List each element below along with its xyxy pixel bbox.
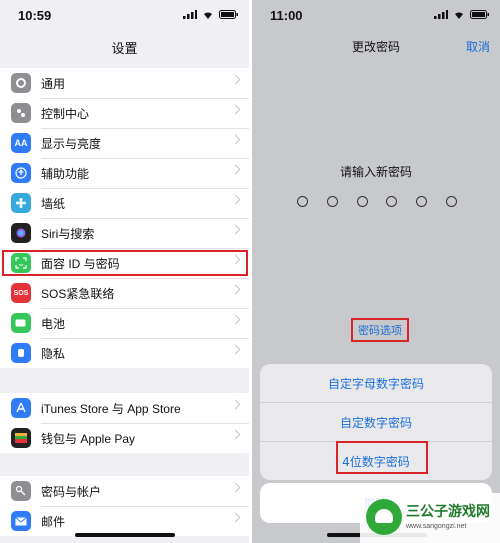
settings-panel: 10:59 设置 通用 控制中心 AA 显示与亮度 辅助功能 墙纸 Siri与搜索… <box>0 0 249 543</box>
status-icons <box>434 10 490 19</box>
home-indicator <box>75 533 175 537</box>
settings-item-general[interactable]: 通用 <box>0 68 249 98</box>
option-custom-numeric[interactable]: 自定数字密码 <box>260 402 492 441</box>
settings-item-sos[interactable]: SOS SOS紧急联络 <box>0 278 249 308</box>
status-time: 10:59 <box>18 8 52 23</box>
status-time: 11:00 <box>270 8 303 23</box>
signal-icon <box>434 10 448 19</box>
key-icon <box>11 481 31 501</box>
battery-icon <box>11 313 31 333</box>
passcode-dot <box>386 196 398 207</box>
watermark: 三公子游戏网 www.sangongzi.net <box>360 493 500 543</box>
battery-status-icon <box>470 10 489 19</box>
gear-icon <box>11 73 31 93</box>
settings-item-privacy[interactable]: 隐私 <box>0 338 249 368</box>
text-size-icon: AA <box>11 133 31 153</box>
settings-item-mail[interactable]: 邮件 <box>0 506 249 536</box>
highlight-face-id <box>2 250 248 276</box>
passcode-dot <box>326 196 338 207</box>
page-title: 设置 <box>111 42 138 57</box>
settings-item-display[interactable]: AA 显示与亮度 <box>0 128 249 158</box>
app-store-icon <box>11 398 31 418</box>
settings-item-siri[interactable]: Siri与搜索 <box>0 218 249 248</box>
status-bar: 10:59 <box>0 0 249 30</box>
option-custom-alphanumeric[interactable]: 自定字母数字密码 <box>260 364 492 402</box>
android-logo-icon <box>366 499 402 535</box>
settings-item-passwords[interactable]: 密码与帐户 <box>0 476 249 506</box>
settings-item-control-center[interactable]: 控制中心 <box>0 98 249 128</box>
change-passcode-panel: 11:00 更改密码 取消 请输入新密码 密码选项 自定字母数字密码 自定数字密… <box>252 0 500 543</box>
passcode-dot <box>297 196 308 207</box>
accessibility-icon <box>11 163 31 183</box>
settings-item-accessibility[interactable]: 辅助功能 <box>0 158 249 188</box>
settings-item-wallpaper[interactable]: 墙纸 <box>0 188 249 218</box>
settings-item-app-store[interactable]: iTunes Store 与 App Store <box>0 393 249 423</box>
passcode-dots <box>297 196 457 207</box>
nav-bar: 设置 <box>0 30 249 68</box>
wifi-icon <box>204 12 212 19</box>
battery-status-icon <box>219 10 238 19</box>
wifi-icon <box>455 12 463 19</box>
siri-icon <box>11 223 31 243</box>
hand-icon <box>11 343 31 363</box>
watermark-url: www.sangongzi.net <box>406 523 467 530</box>
sos-icon: SOS <box>11 283 31 303</box>
passcode-dot <box>416 196 428 207</box>
watermark-name: 三公子游戏网 <box>406 504 490 520</box>
settings-item-wallet[interactable]: 钱包与 Apple Pay <box>0 423 249 453</box>
mail-icon <box>11 511 31 531</box>
passcode-prompt: 请输入新密码 <box>339 165 412 179</box>
settings-item-battery[interactable]: 电池 <box>0 308 249 338</box>
settings-group-3: 密码与帐户 邮件 <box>0 476 249 536</box>
passcode-dot <box>445 196 457 207</box>
signal-icon <box>183 10 197 19</box>
flower-icon <box>11 193 31 213</box>
wallet-icon <box>11 428 31 448</box>
toggles-icon <box>11 103 31 123</box>
highlight-4-digit <box>336 441 428 474</box>
settings-group-1: 通用 控制中心 AA 显示与亮度 辅助功能 墙纸 Siri与搜索 面容 ID 与密… <box>0 68 249 368</box>
passcode-dot <box>356 196 368 207</box>
page-title: 更改密码 <box>351 40 400 54</box>
cancel-button[interactable]: 取消 <box>466 38 490 55</box>
settings-group-2: iTunes Store 与 App Store 钱包与 Apple Pay <box>0 393 249 453</box>
status-icons <box>183 10 239 19</box>
passcode-options-link[interactable]: 密码选项 <box>351 318 409 342</box>
